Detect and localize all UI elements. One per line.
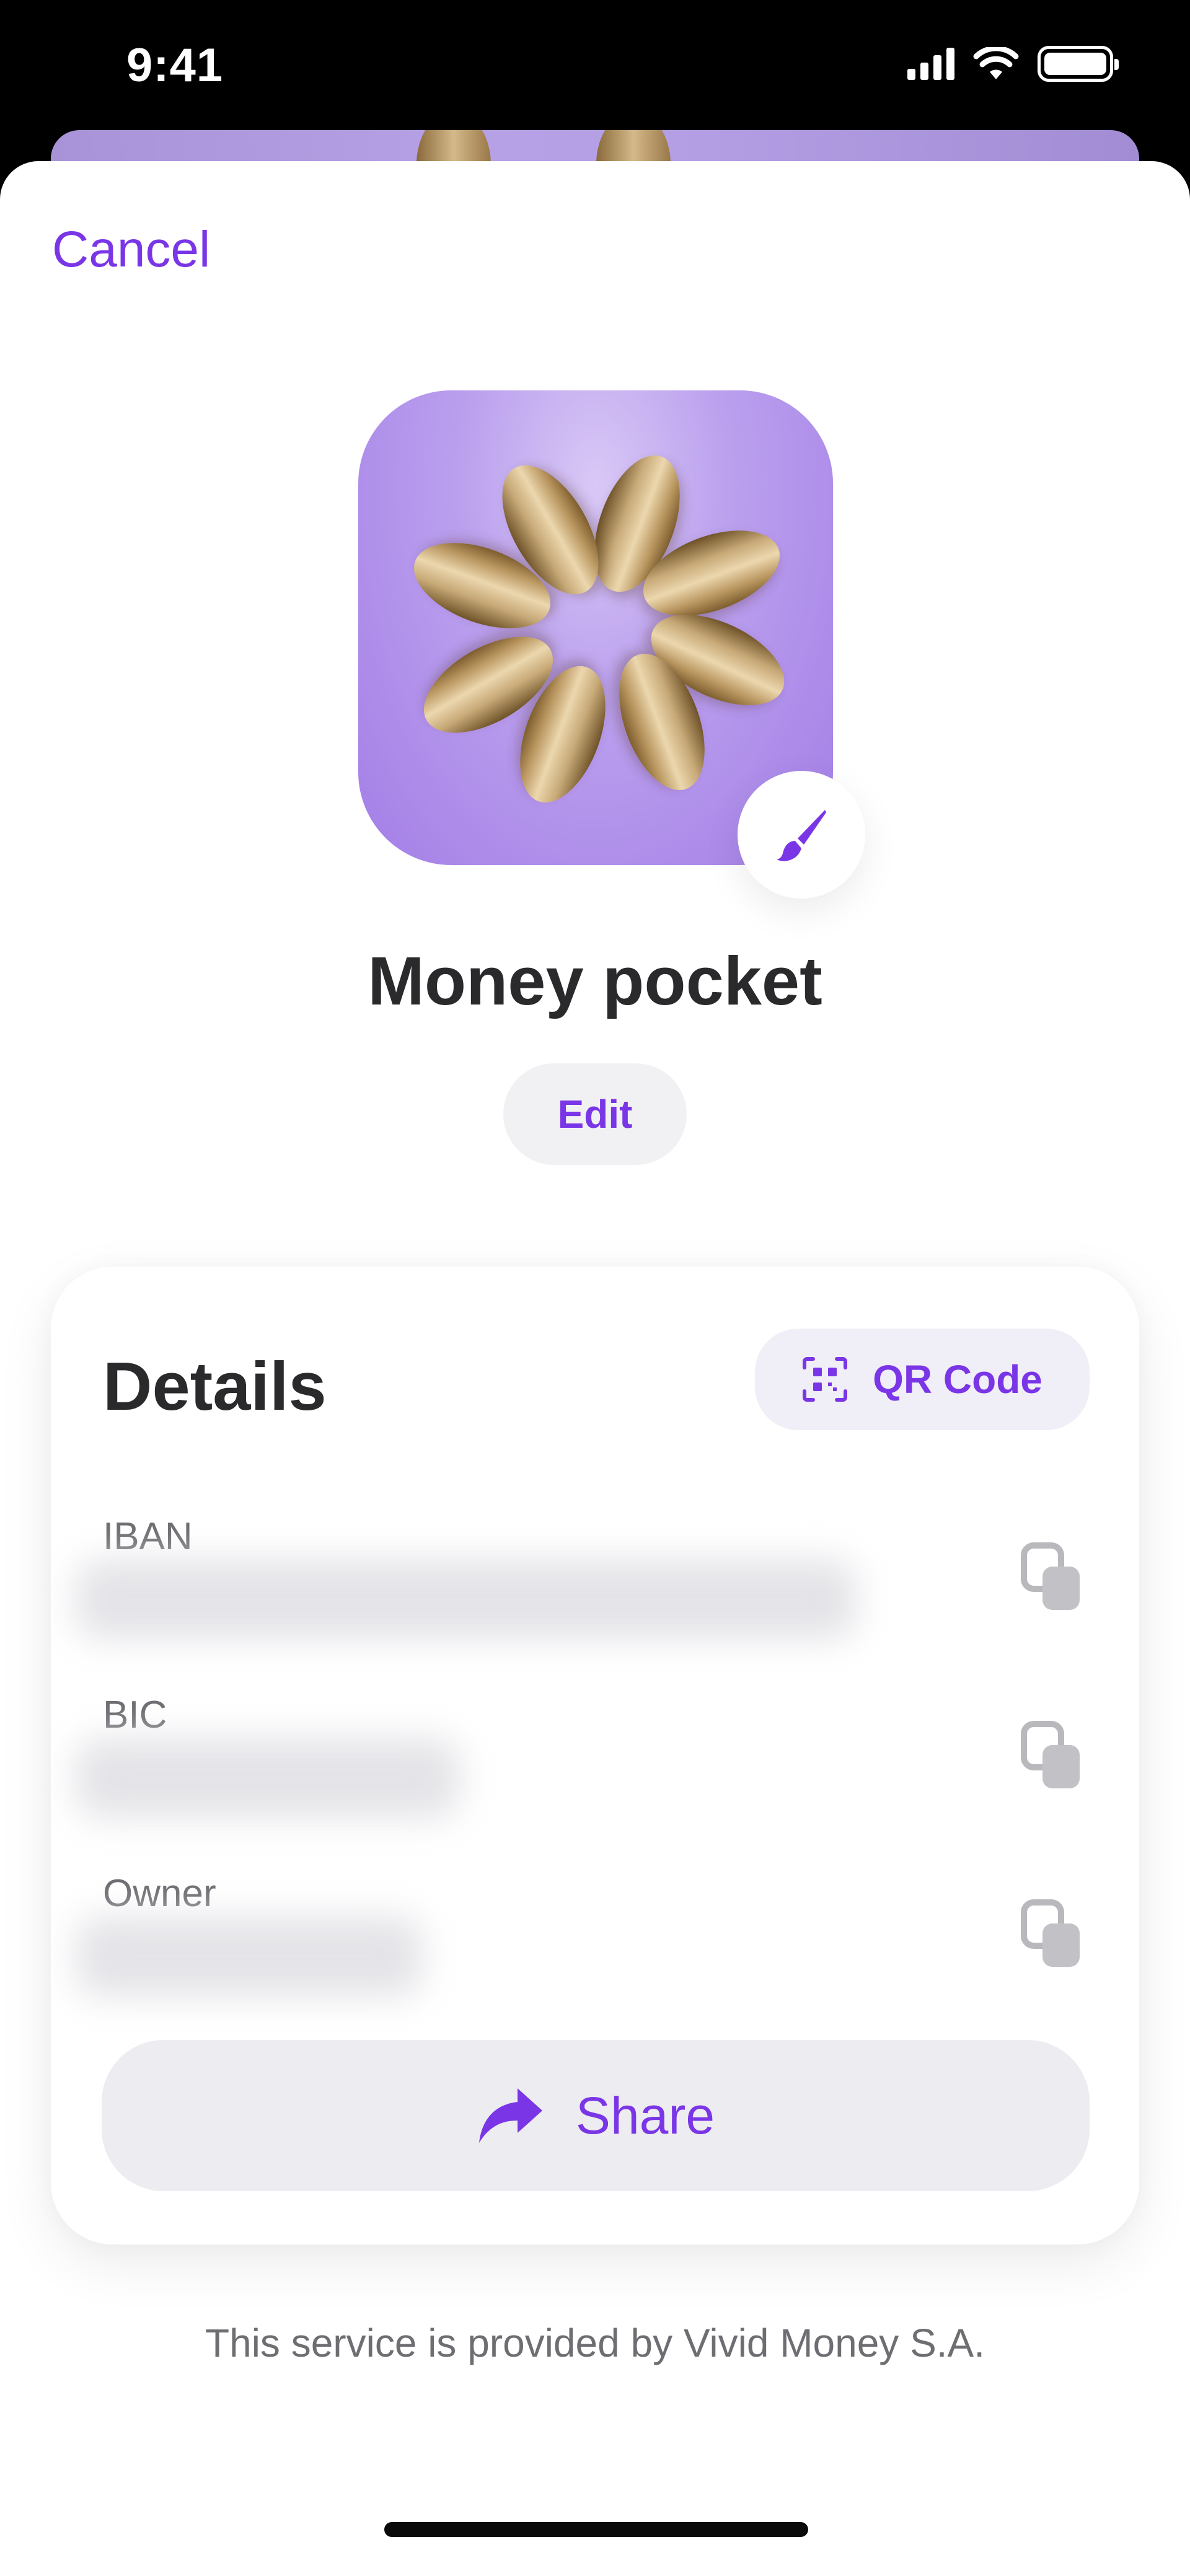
owner-value-redacted bbox=[76, 1916, 423, 1997]
home-indicator bbox=[384, 2522, 808, 2537]
details-title: Details bbox=[103, 1348, 327, 1425]
bic-field: BIC bbox=[51, 1693, 1139, 1860]
status-bar: 9:41 bbox=[0, 0, 1190, 130]
copy-owner-button[interactable] bbox=[1018, 1896, 1086, 1971]
edit-cover-button[interactable] bbox=[738, 771, 865, 899]
paintbrush-icon bbox=[777, 810, 826, 861]
provider-note: This service is provided by Vivid Money … bbox=[205, 2321, 985, 2365]
iban-field: IBAN bbox=[51, 1514, 1139, 1682]
copy-icon bbox=[1021, 1899, 1080, 1967]
bic-value-redacted bbox=[76, 1738, 460, 1818]
battery-icon bbox=[1038, 46, 1119, 82]
owner-field: Owner bbox=[51, 1871, 1139, 2039]
copy-bic-button[interactable] bbox=[1018, 1718, 1086, 1792]
edit-button[interactable]: Edit bbox=[503, 1063, 687, 1165]
bic-label: BIC bbox=[103, 1694, 167, 1736]
copy-icon bbox=[1021, 1542, 1080, 1610]
copy-iban-button[interactable] bbox=[1018, 1539, 1086, 1614]
qr-code-label: QR Code bbox=[873, 1357, 1042, 1402]
qr-code-button[interactable]: QR Code bbox=[755, 1329, 1090, 1430]
share-arrow-icon bbox=[478, 2088, 542, 2143]
owner-label: Owner bbox=[103, 1872, 216, 1915]
share-label: Share bbox=[575, 2086, 715, 2145]
cancel-button[interactable]: Cancel bbox=[52, 221, 210, 279]
qr-code-icon bbox=[803, 1357, 848, 1402]
pocket-title: Money pocket bbox=[368, 943, 822, 1019]
share-button[interactable]: Share bbox=[102, 2040, 1090, 2191]
status-time: 9:41 bbox=[126, 39, 224, 92]
status-icons bbox=[907, 46, 1119, 82]
cellular-signal-icon bbox=[907, 48, 954, 80]
wifi-icon bbox=[973, 47, 1019, 79]
iban-value-redacted bbox=[76, 1559, 857, 1640]
details-card: Details QR Code IBAN BIC Owner Share bbox=[51, 1267, 1139, 2244]
copy-icon bbox=[1021, 1721, 1080, 1788]
iban-label: IBAN bbox=[103, 1515, 193, 1558]
